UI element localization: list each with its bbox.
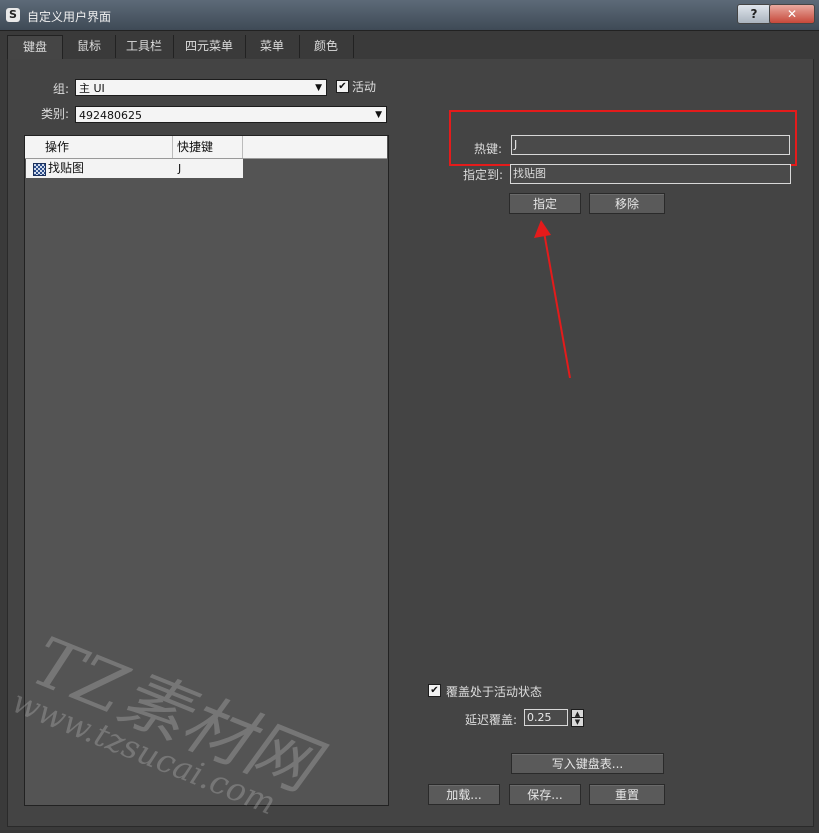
annotation-arrow: [534, 220, 571, 379]
tab-mouse[interactable]: 鼠标: [63, 35, 116, 58]
list-item-shortcut: J: [178, 162, 182, 175]
hotkey-input[interactable]: J: [511, 135, 790, 155]
tab-toolbars[interactable]: 工具栏: [115, 35, 174, 58]
hotkey-label: 热键:: [474, 142, 503, 156]
3ds-max-icon: S: [6, 8, 20, 22]
tab-menus[interactable]: 菜单: [245, 35, 300, 58]
group-select-value: 主 UI: [79, 82, 105, 95]
tab-quad-menus[interactable]: 四元菜单: [173, 35, 246, 58]
chevron-down-icon: ▼: [375, 110, 382, 120]
column-header-action[interactable]: 操作: [25, 136, 173, 158]
assigned-to-field: 找贴图: [510, 164, 791, 184]
list-item-action: 找贴图: [48, 161, 85, 175]
tab-colors[interactable]: 颜色: [299, 35, 354, 58]
delay-override-label: 延迟覆盖:: [465, 713, 518, 727]
active-checkbox[interactable]: ✔: [336, 80, 349, 93]
remove-button[interactable]: 移除: [589, 193, 665, 214]
category-select-value: 492480625: [79, 109, 142, 122]
override-label: 覆盖处于活动状态: [446, 685, 543, 699]
action-list[interactable]: 操作 快捷键 找贴图 J: [24, 135, 389, 806]
category-select[interactable]: 492480625 ▼: [75, 106, 387, 123]
checker-map-icon: [33, 163, 46, 176]
delay-override-input[interactable]: 0.25: [524, 709, 568, 726]
action-list-header: 操作 快捷键: [25, 136, 387, 159]
help-button[interactable]: ?: [737, 4, 771, 24]
assigned-to-label: 指定到:: [463, 168, 504, 182]
window-title: 自定义用户界面: [27, 10, 112, 24]
category-label: 类别:: [41, 107, 70, 121]
load-button[interactable]: 加载...: [428, 784, 500, 805]
override-checkbox[interactable]: ✔: [428, 684, 441, 697]
reset-button[interactable]: 重置: [589, 784, 665, 805]
write-keyboard-chart-button[interactable]: 写入键盘表...: [511, 753, 664, 774]
tab-bar: 键盘 鼠标 工具栏 四元菜单 菜单 颜色: [7, 35, 812, 60]
active-label: 活动: [352, 80, 377, 94]
title-bar: S 自定义用户界面 ? ✕: [0, 0, 819, 31]
save-button[interactable]: 保存...: [509, 784, 581, 805]
group-select[interactable]: 主 UI ▼: [75, 79, 327, 96]
spinner-down-icon[interactable]: ▼: [571, 717, 584, 727]
chevron-down-icon: ▼: [315, 83, 322, 93]
tab-keyboard[interactable]: 键盘: [7, 35, 63, 60]
group-label: 组:: [53, 82, 70, 96]
list-item[interactable]: 找贴图 J: [26, 159, 243, 178]
column-header-shortcut[interactable]: 快捷键: [173, 136, 243, 158]
close-button[interactable]: ✕: [769, 4, 815, 24]
